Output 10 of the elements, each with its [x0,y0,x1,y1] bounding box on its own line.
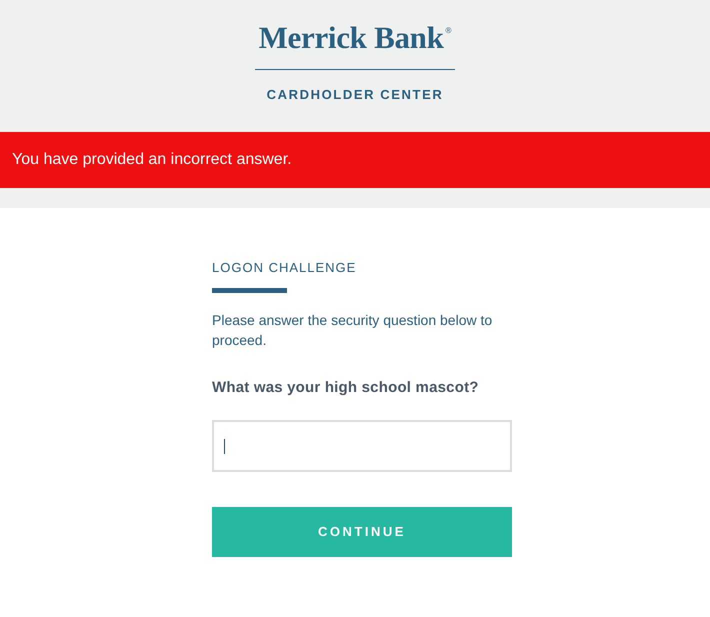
brand-logo: Merrick Bank [258,20,444,56]
section-title: LOGON CHALLENGE [212,260,358,276]
instructions-text: Please answer the security question below to proceed. [212,311,494,350]
security-question: What was your high school mascot? [212,378,480,398]
answer-field[interactable] [212,420,512,472]
registered-mark: ® [446,26,452,36]
portal-subtitle: CARDHOLDER CENTER [266,87,444,103]
continue-button[interactable]: CONTINUE [212,507,512,557]
error-message: You have provided an incorrect answer. [12,150,292,170]
text-cursor-icon [224,438,225,454]
